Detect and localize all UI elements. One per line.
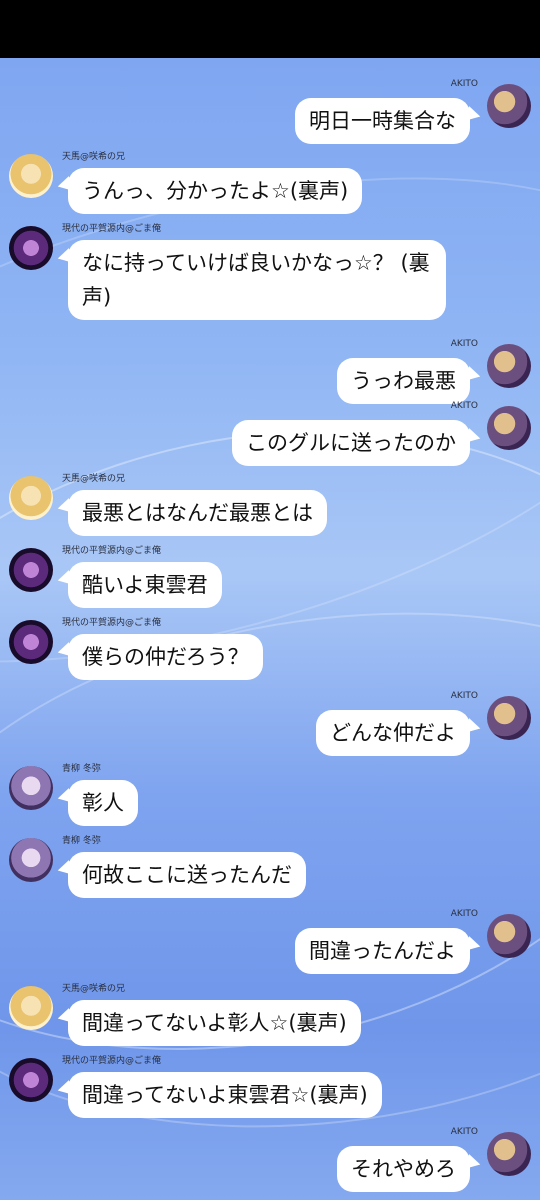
sender-name: 現代の平賀源内@ごま俺 [62,618,162,628]
message-bubble[interactable]: なに持っていけば良いかなっ☆？ (裏声) [68,240,446,320]
message-bubble[interactable]: 明日一時集合な [295,98,470,144]
sender-name: 現代の平賀源内@ごま俺 [62,224,162,234]
sender-name: 天馬@咲希の兄 [62,474,126,484]
avatar[interactable] [487,84,531,128]
sender-name: 現代の平賀源内@ごま俺 [62,1056,162,1066]
message-bubble[interactable]: 間違ってないよ東雲君☆(裏声) [68,1072,382,1118]
sender-name: 天馬@咲希の兄 [62,152,126,162]
chat-area[interactable]: AKITO 明日一時集合な 天馬@咲希の兄 うんっ、分かったよ☆(裏声) 現代の平賀源内… [0,58,540,1200]
avatar[interactable] [9,154,53,198]
avatar[interactable] [9,548,53,592]
sender-name: AKITO [450,1127,478,1137]
message-bubble[interactable]: うんっ、分かったよ☆(裏声) [68,168,363,214]
message-bubble[interactable]: 間違ったんだよ [295,928,470,974]
avatar[interactable] [9,226,53,270]
sender-name: AKITO [450,339,478,349]
message-bubble[interactable]: 彰人 [68,780,138,826]
message-bubble[interactable]: 酷いよ東雲君 [68,562,222,608]
sender-name: AKITO [450,691,478,701]
avatar[interactable] [9,838,53,882]
avatar[interactable] [487,696,531,740]
message-bubble[interactable]: 僕らの仲だろう？ [68,634,263,680]
avatar[interactable] [9,986,53,1030]
avatar[interactable] [487,1132,531,1176]
message-item: AKITO それやめろ [0,1127,540,1200]
sender-name: 青柳 冬弥 [62,836,101,846]
sender-name: AKITO [450,79,478,89]
avatar[interactable] [487,344,531,388]
sender-name: AKITO [450,401,478,411]
message-bubble[interactable]: このグルに送ったのか [232,420,470,466]
sender-name: 現代の平賀源内@ごま俺 [62,546,162,556]
sender-name: 天馬@咲希の兄 [62,984,126,994]
message-bubble[interactable]: それやめろ [337,1146,470,1192]
message-item: 現代の平賀源内@ごま俺なに持っていけば良いかなっ☆？ (裏声) [0,224,540,320]
message-bubble[interactable]: 間違ってないよ彰人☆(裏声) [68,1000,361,1046]
message-bubble[interactable]: うっわ最悪 [337,358,470,404]
avatar[interactable] [9,1058,53,1102]
avatar[interactable] [487,914,531,958]
avatar[interactable] [9,476,53,520]
message-bubble[interactable]: 最悪とはなんだ最悪とは [68,490,327,536]
status-bar [0,0,540,58]
avatar[interactable] [9,620,53,664]
message-bubble[interactable]: どんな仲だよ [316,710,470,756]
sender-name: 青柳 冬弥 [62,764,101,774]
avatar[interactable] [487,406,531,450]
avatar[interactable] [9,766,53,810]
message-bubble[interactable]: 何故ここに送ったんだ [68,852,306,898]
sender-name: AKITO [450,909,478,919]
